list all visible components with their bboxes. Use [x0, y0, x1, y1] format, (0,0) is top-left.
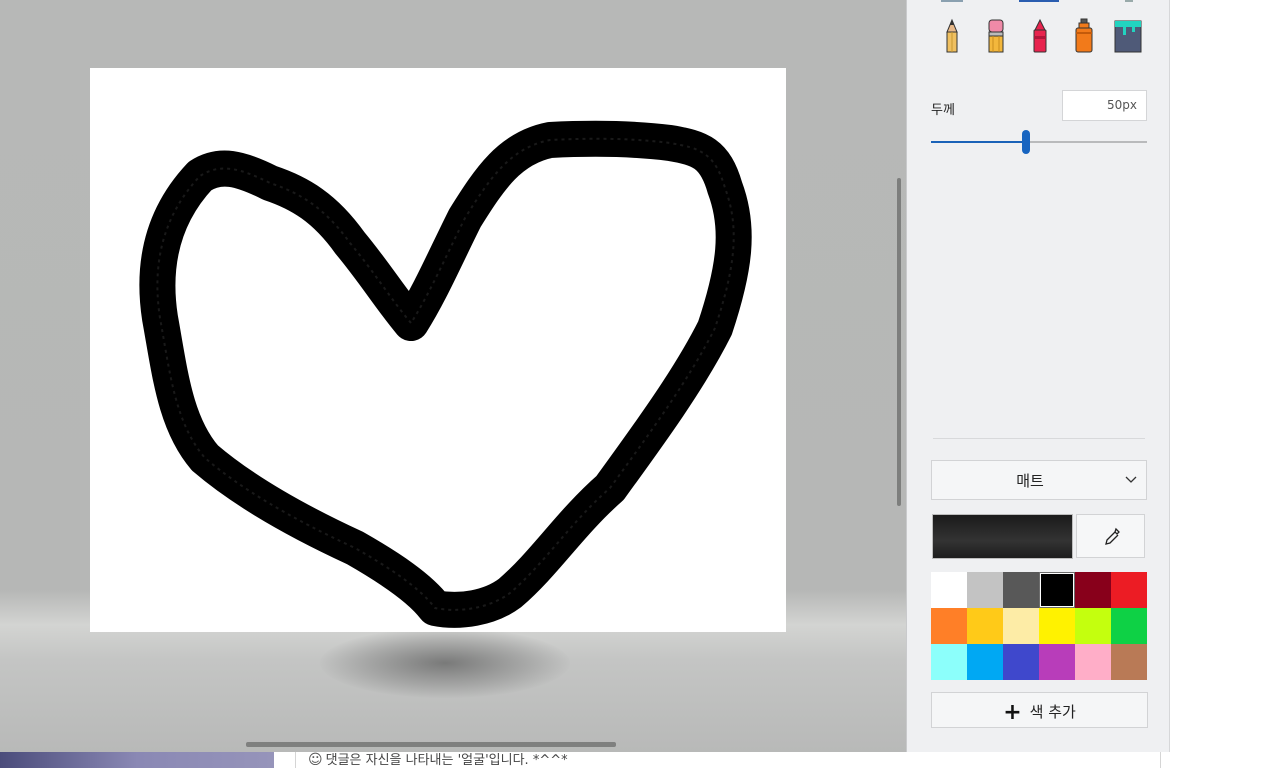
palette-swatch[interactable]	[1075, 644, 1111, 680]
comment-box[interactable]: ☺ 댓글은 자신을 나타내는 '얼굴'입니다. *^^*	[295, 752, 1161, 768]
palette-swatch[interactable]	[1111, 608, 1147, 644]
drawing-workspace	[0, 0, 906, 752]
thickness-slider[interactable]	[931, 130, 1147, 154]
tab-indicator	[941, 0, 963, 2]
palette-swatch[interactable]	[967, 572, 1003, 608]
fill-tool-button[interactable]	[1113, 18, 1143, 56]
section-divider	[933, 438, 1145, 439]
spray-can-tool-button[interactable]	[1070, 18, 1098, 56]
palette-swatch[interactable]	[1111, 572, 1147, 608]
crayon-tool-button[interactable]	[1026, 18, 1054, 56]
background-banner	[0, 752, 274, 768]
smile-icon: ☺	[308, 752, 323, 768]
heart-stroke	[139, 120, 752, 628]
paint-bucket-icon	[1114, 20, 1142, 53]
palette-swatch[interactable]	[1003, 608, 1039, 644]
comment-text: 댓글은 자신을 나타내는 '얼굴'입니다. *^^*	[325, 753, 568, 768]
thickness-label: 두께	[931, 103, 955, 118]
palette-swatch[interactable]	[1003, 572, 1039, 608]
active-tab-indicator	[1019, 0, 1059, 2]
thickness-input[interactable]: 50px	[1062, 90, 1147, 121]
tab-indicator	[1125, 0, 1133, 2]
palette-swatch[interactable]	[1111, 644, 1147, 680]
canvas-shadow	[320, 628, 570, 698]
drawing-canvas[interactable]	[90, 68, 786, 632]
thickness-slider-thumb[interactable]	[1022, 130, 1031, 154]
palette-swatch[interactable]	[1039, 644, 1075, 680]
eyedropper-icon	[1105, 527, 1120, 545]
vertical-scrollbar[interactable]	[897, 178, 901, 506]
palette-swatch[interactable]	[1039, 608, 1075, 644]
eyedropper-button[interactable]	[1076, 514, 1145, 558]
plus-icon: +	[1003, 700, 1022, 725]
palette-swatch[interactable]	[967, 608, 1003, 644]
horizontal-scrollbar[interactable]	[246, 742, 616, 747]
background-page-strip: ☺ 댓글은 자신을 나타내는 '얼굴'입니다. *^^*	[0, 752, 1282, 768]
palette-swatch[interactable]	[1039, 572, 1075, 608]
add-color-label: 색 추가	[1029, 703, 1076, 721]
palette-swatch[interactable]	[1075, 608, 1111, 644]
palette-swatch[interactable]	[967, 644, 1003, 680]
canvas-drawing	[139, 120, 752, 628]
palette-swatch[interactable]	[1003, 644, 1039, 680]
current-color-swatch[interactable]	[932, 514, 1073, 559]
palette-swatch[interactable]	[931, 644, 967, 680]
finish-dropdown[interactable]: 매트	[931, 460, 1147, 500]
chevron-down-icon	[1125, 476, 1137, 483]
pencil-icon	[946, 18, 958, 53]
pencil-tool-button[interactable]	[938, 18, 966, 56]
add-color-button[interactable]: + 색 추가	[931, 692, 1148, 728]
brush-settings-panel: 두께 50px 매트 + 색 추가	[906, 0, 1170, 752]
eraser-icon	[988, 19, 1004, 53]
thickness-slider-fill	[931, 141, 1027, 143]
eraser-tool-button[interactable]	[982, 18, 1010, 56]
finish-dropdown-label: 매트	[1016, 472, 1044, 490]
color-palette	[931, 572, 1147, 680]
palette-swatch[interactable]	[1075, 572, 1111, 608]
spray-can-icon	[1075, 18, 1093, 53]
crayon-icon	[1033, 18, 1047, 53]
palette-swatch[interactable]	[931, 572, 967, 608]
stroke-texture	[156, 137, 735, 611]
palette-swatch[interactable]	[931, 608, 967, 644]
